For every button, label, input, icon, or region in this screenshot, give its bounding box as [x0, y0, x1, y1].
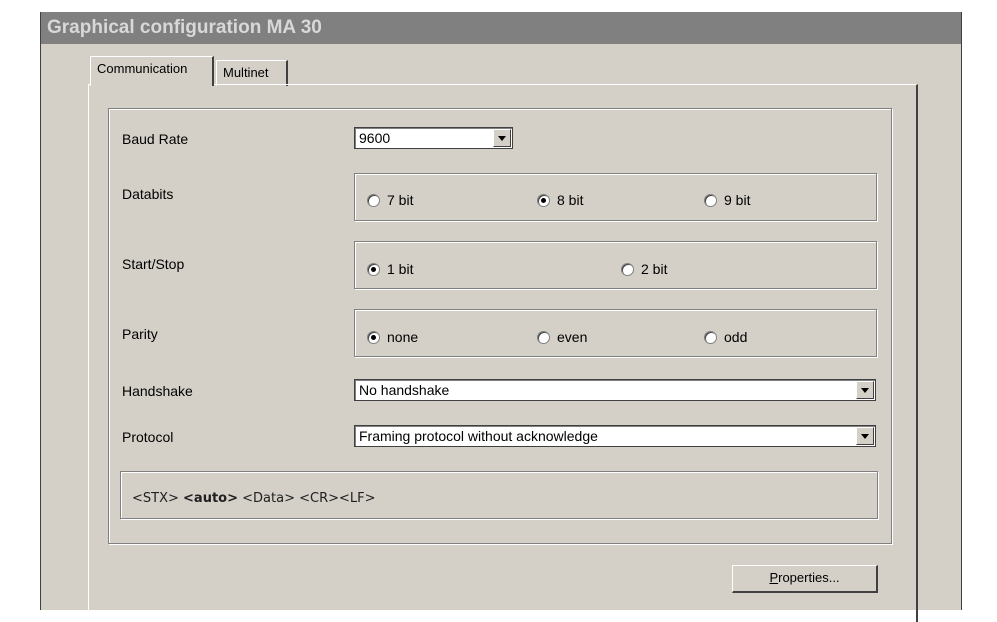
- parity-radio-even[interactable]: even: [537, 329, 587, 345]
- parity-group: [354, 309, 877, 357]
- baud-rate-value: 9600: [359, 130, 391, 146]
- start-stop-option-label: 2 bit: [641, 261, 668, 277]
- radio-icon: [621, 262, 634, 276]
- parity-option-label: even: [557, 329, 588, 345]
- start-stop-radio-2[interactable]: 2 bit: [621, 261, 667, 277]
- protocol-label: Protocol: [122, 429, 174, 445]
- radio-icon: [704, 330, 717, 344]
- databits-option-label: 9 bit: [724, 192, 751, 208]
- databits-radio-7[interactable]: 7 bit: [367, 192, 413, 208]
- parity-option-label: none: [387, 329, 419, 345]
- start-stop-radio-1[interactable]: 1 bit: [367, 261, 413, 277]
- tab-multinet[interactable]: Multinet: [216, 60, 288, 86]
- databits-option-label: 7 bit: [387, 192, 414, 208]
- databits-radio-9[interactable]: 9 bit: [704, 192, 750, 208]
- handshake-label: Handshake: [122, 383, 193, 399]
- start-stop-group: [354, 241, 877, 289]
- radio-icon: [704, 193, 717, 207]
- parity-option-label: odd: [724, 329, 748, 345]
- databits-radio-8[interactable]: 8 bit: [537, 192, 583, 208]
- handshake-value: No handshake: [359, 382, 450, 398]
- databits-option-label: 8 bit: [557, 192, 584, 208]
- protocol-auto: <auto>: [183, 491, 238, 506]
- start-stop-option-label: 1 bit: [387, 261, 414, 277]
- properties-label: roperties...: [778, 570, 840, 585]
- radio-selected-icon: [367, 330, 380, 344]
- radio-selected-icon: [367, 262, 380, 276]
- handshake-select[interactable]: No handshake: [354, 379, 876, 401]
- baud-rate-label: Baud Rate: [122, 131, 189, 147]
- properties-mnemonic: P: [769, 570, 779, 585]
- chevron-down-icon[interactable]: [493, 129, 511, 147]
- databits-label: Databits: [122, 186, 174, 202]
- protocol-crlf: <CR><LF>: [299, 491, 376, 506]
- protocol-select[interactable]: Framing protocol without acknowledge: [354, 425, 876, 447]
- databits-group: [354, 173, 877, 221]
- tab-communication[interactable]: Communication: [90, 56, 214, 86]
- protocol-data: <Data>: [242, 491, 295, 506]
- protocol-value: Framing protocol without acknowledge: [359, 428, 598, 444]
- chevron-down-icon[interactable]: [856, 381, 874, 399]
- parity-radio-odd[interactable]: odd: [704, 329, 747, 345]
- radio-selected-icon: [537, 193, 550, 207]
- radio-icon: [537, 330, 550, 344]
- start-stop-label: Start/Stop: [122, 256, 185, 272]
- chevron-down-icon[interactable]: [856, 427, 874, 445]
- parity-label: Parity: [122, 326, 158, 342]
- baud-rate-select[interactable]: 9600: [354, 127, 513, 149]
- properties-button[interactable]: Properties...: [732, 565, 878, 593]
- window-title: Graphical configuration MA 30: [41, 12, 961, 44]
- radio-icon: [367, 193, 380, 207]
- protocol-preview: <STX> <auto> <Data> <CR><LF>: [132, 491, 376, 506]
- protocol-stx: <STX>: [132, 491, 179, 506]
- parity-radio-none[interactable]: none: [367, 329, 418, 345]
